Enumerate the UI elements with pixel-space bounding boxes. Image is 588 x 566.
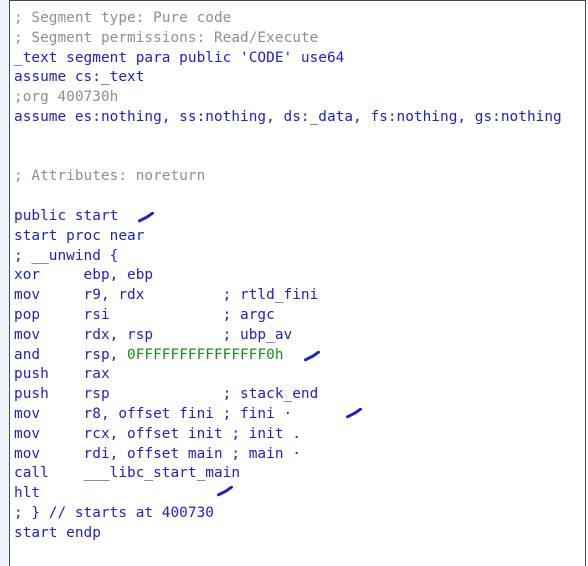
code-token: pop rsi ; argc — [14, 306, 275, 323]
code-line[interactable]: assume es:nothing, ss:nothing, ds:_data,… — [14, 108, 584, 128]
code-line[interactable]: ;org 400730h — [14, 88, 584, 108]
comment-text: ;org 400730h — [14, 89, 119, 106]
code-line[interactable]: pop rsi ; argc — [14, 306, 584, 326]
numeric-literal: 0FFFFFFFFFFFFFFF0h — [127, 346, 284, 363]
code-line[interactable]: mov rdi, offset main ; main · — [14, 445, 584, 465]
code-line[interactable] — [14, 128, 584, 148]
comment-text: ; Segment permissions: Read/Execute — [14, 29, 319, 46]
left-gutter-strip — [0, 0, 9, 566]
code-token: start endp — [14, 524, 101, 541]
code-line[interactable]: mov r8, offset fini ; fini · — [14, 405, 584, 425]
code-line[interactable] — [14, 187, 584, 207]
code-token: mov rdi, offset main ; main · — [14, 445, 301, 462]
code-token: mov r8, offset fini ; fini · — [14, 405, 293, 422]
code-token: start proc near — [14, 227, 145, 244]
code-line[interactable]: push rsp ; stack_end — [14, 385, 584, 405]
tick-swoosh-icon — [346, 407, 363, 419]
code-line[interactable]: mov rdx, rsp ; ubp_av — [14, 326, 584, 346]
code-token: and rsp, — [14, 346, 128, 363]
code-token: ; __unwind { — [14, 247, 119, 264]
tick-swoosh-icon — [138, 211, 155, 223]
code-token: mov r9, rdx ; rtld_fini — [14, 287, 319, 304]
code-line[interactable]: assume cs:_text — [14, 68, 584, 88]
tick-swoosh-icon — [217, 486, 234, 497]
code-line[interactable]: ; Segment type: Pure code — [14, 9, 584, 29]
code-token: xor ebp, ebp — [14, 267, 154, 284]
code-token: assume es:nothing, ss:nothing, ds:_data,… — [14, 108, 562, 125]
code-line[interactable]: ; } // starts at 400730 — [14, 504, 584, 524]
code-line[interactable]: call ___libc_start_main — [14, 464, 584, 484]
code-line[interactable]: ; Attributes: noreturn — [14, 167, 584, 187]
code-token: mov rcx, offset init ; init . — [14, 425, 301, 442]
code-token: mov rdx, rsp ; ubp_av — [14, 326, 293, 343]
code-line[interactable]: hlt — [14, 484, 584, 504]
code-token: public start — [14, 207, 119, 224]
code-token: call ___libc_start_main — [14, 465, 241, 482]
code-line[interactable]: push rax — [14, 365, 584, 385]
comment-text: ; Attributes: noreturn — [14, 168, 206, 185]
code-line[interactable]: start endp — [14, 524, 584, 544]
code-line[interactable]: public start — [14, 207, 584, 227]
window-right-border — [585, 0, 586, 566]
code-line[interactable]: and rsp, 0FFFFFFFFFFFFFFF0h — [14, 346, 584, 366]
code-token: push rax — [14, 366, 110, 383]
code-token: hlt — [14, 485, 41, 502]
tick-swoosh-icon — [304, 350, 321, 362]
code-token: _text segment para public 'CODE' use64 — [14, 49, 345, 66]
disassembly-window: ; Segment type: Pure code ; Segment permi… — [0, 0, 588, 566]
code-line[interactable]: ; Segment permissions: Read/Execute — [14, 29, 584, 49]
code-line[interactable]: _text segment para public 'CODE' use64 — [14, 49, 584, 69]
comment-text: ; Segment type: Pure code — [14, 10, 232, 26]
code-line[interactable]: mov rcx, offset init ; init . — [14, 425, 584, 445]
code-token: ; } // starts at 400730 — [14, 504, 214, 521]
code-line[interactable]: ; __unwind { — [14, 247, 584, 267]
code-line[interactable]: mov r9, rdx ; rtld_fini — [14, 286, 584, 306]
code-line-list: ; Segment type: Pure code ; Segment permi… — [14, 9, 584, 544]
code-line[interactable]: xor ebp, ebp — [14, 266, 584, 286]
code-token: push rsp ; stack_end — [14, 386, 319, 403]
code-line[interactable] — [14, 148, 584, 168]
code-token: assume cs:_text — [14, 69, 145, 86]
code-line[interactable]: start proc near — [14, 227, 584, 247]
code-area[interactable]: ; Segment type: Pure code ; Segment permi… — [10, 1, 585, 565]
